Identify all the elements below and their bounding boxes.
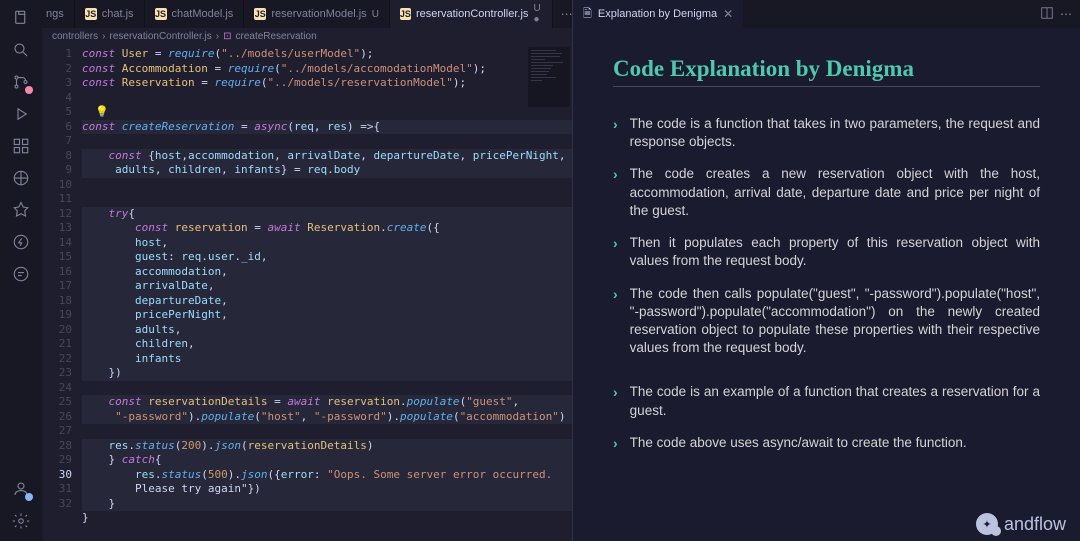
activity-bar (0, 0, 42, 541)
js-icon: JS (85, 8, 97, 20)
comments-icon[interactable] (11, 264, 31, 284)
breadcrumbs[interactable]: controllers › reservationController.js ›… (42, 28, 572, 45)
js-icon: JS (254, 8, 266, 20)
extensions-icon[interactable] (11, 136, 31, 156)
tab-chat.js[interactable]: JS chat.js (75, 0, 145, 28)
account-icon[interactable] (11, 479, 31, 499)
bullet-icon: › (613, 115, 618, 134)
watermark: ✦ andflow (976, 513, 1066, 535)
explanation-item: › The code is a function that takes in t… (613, 115, 1040, 151)
explanation-text: The code is a function that takes in two… (630, 115, 1040, 151)
bullet-icon: › (613, 285, 618, 304)
tab-label: reservationController.js (416, 8, 529, 20)
editor-content[interactable]: 1234567891011121314151617181920212223242… (42, 45, 572, 541)
divider (613, 86, 1040, 87)
bullet-icon: › (613, 434, 618, 453)
tab-label: reservationModel.js (271, 8, 366, 20)
js-icon: JS (400, 8, 411, 20)
line-gutter: 1234567891011121314151617181920212223242… (42, 45, 82, 541)
explanation-content: Code Explanation by Denigma › The code i… (573, 28, 1080, 541)
explanation-item: › The code is an example of a function t… (613, 383, 1040, 419)
modified-indicator: U ● (533, 3, 541, 25)
tab-reservationController.js[interactable]: JS reservationController.js U ● (390, 0, 553, 28)
modified-indicator: U (372, 9, 379, 20)
explanation-list: › The code is a function that takes in t… (613, 115, 1040, 453)
explanation-text: The code above uses async/await to creat… (630, 434, 967, 452)
explanation-text: Then it populates each property of this … (630, 234, 1040, 270)
explanation-text: The code is an example of a function tha… (630, 383, 1040, 419)
tab-title: Explanation by Denigma (598, 8, 717, 20)
tab-explanation[interactable]: 🗎 Explanation by Denigma ✕ (573, 0, 743, 28)
tab-reservationModel.js[interactable]: JS reservationModel.js U (244, 0, 390, 28)
preview-icon: 🗎 (583, 5, 592, 24)
bullet-icon: › (613, 383, 618, 402)
tab-chatModel.js[interactable]: JS chatModel.js (145, 0, 245, 28)
right-tabs: 🗎 Explanation by Denigma ✕ ⋯ (573, 0, 1080, 28)
explanation-text: The code then calls populate("guest", "-… (630, 285, 1040, 358)
liveshare-icon[interactable] (11, 200, 31, 220)
tab-label: chatModel.js (172, 8, 234, 20)
tab-label: chat.js (102, 8, 134, 20)
explanation-item: › Then it populates each property of thi… (613, 234, 1040, 270)
watermark-icon: ✦ (976, 513, 998, 535)
minimap[interactable] (528, 47, 570, 107)
files-icon[interactable] (11, 8, 31, 28)
explanation-text: The code creates a new reservation objec… (630, 165, 1040, 220)
editor-tabs: ngs JS chat.js JS chatModel.js JS reserv… (42, 0, 572, 28)
split-icon[interactable] (1040, 6, 1054, 23)
remote-icon[interactable] (11, 168, 31, 188)
explanation-item: › The code above uses async/await to cre… (613, 434, 1040, 453)
debug-icon[interactable] (11, 104, 31, 124)
js-icon: JS (155, 8, 167, 20)
close-icon[interactable]: ✕ (723, 7, 733, 21)
explanation-item: › The code then calls populate("guest", … (613, 285, 1040, 358)
explanation-panel: 🗎 Explanation by Denigma ✕ ⋯ Code Explan… (572, 0, 1080, 541)
bullet-icon: › (613, 165, 618, 184)
source-control-icon[interactable] (11, 72, 31, 92)
explanation-title: Code Explanation by Denigma (613, 56, 1040, 82)
bullet-icon: › (613, 234, 618, 253)
code-body[interactable]: const User = require("../models/userMode… (82, 45, 572, 541)
lightning-icon[interactable] (11, 232, 31, 252)
editor-area: ngs JS chat.js JS chatModel.js JS reserv… (42, 0, 572, 541)
settings-icon[interactable] (11, 511, 31, 531)
explanation-item: › The code creates a new reservation obj… (613, 165, 1040, 220)
more-icon[interactable]: ⋯ (1060, 7, 1072, 21)
search-icon[interactable] (11, 40, 31, 60)
watermark-text: andflow (1004, 514, 1066, 535)
